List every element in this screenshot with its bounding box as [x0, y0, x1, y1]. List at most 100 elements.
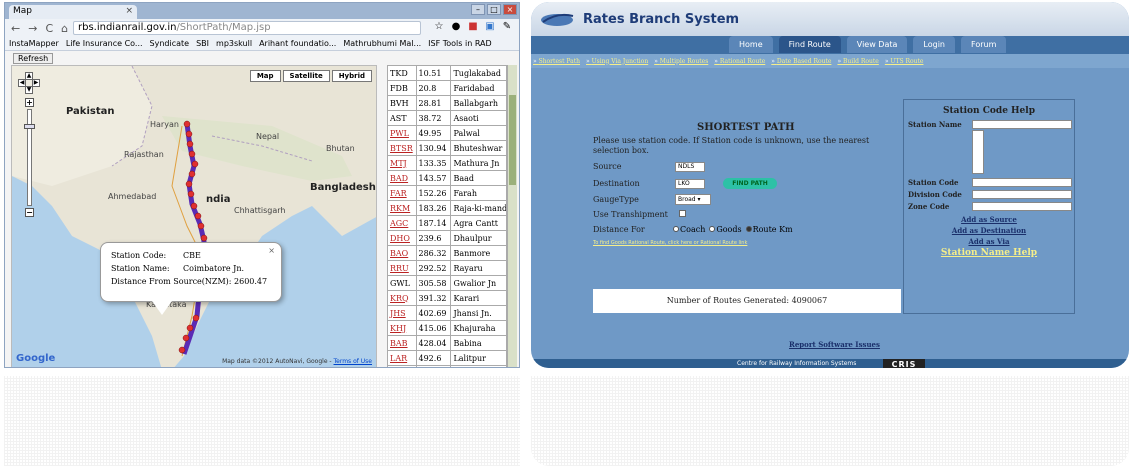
- refresh-button[interactable]: Refresh: [13, 53, 54, 64]
- route-map[interactable]: ▲ ◀ ▶ ▼ + − Map Satellite Hybrid Pakista…: [11, 65, 377, 367]
- bookmark-item[interactable]: Mathrubhumi Mal...: [343, 39, 421, 48]
- station-code-cell[interactable]: JHS: [387, 305, 417, 321]
- station-marker[interactable]: [194, 212, 202, 220]
- station-marker[interactable]: [190, 202, 198, 210]
- bookmark-item[interactable]: Life Insurance Co...: [66, 39, 143, 48]
- station-code-cell[interactable]: AGC: [387, 215, 417, 231]
- minimize-button[interactable]: –: [471, 4, 485, 15]
- tab-find-route[interactable]: Find Route: [778, 36, 841, 53]
- terms-link[interactable]: Terms of Use: [334, 358, 372, 365]
- bookmark-item[interactable]: SBI: [196, 39, 209, 48]
- subnav-shortest-path[interactable]: Shortest Path: [533, 58, 580, 65]
- station-code-cell[interactable]: KRQ: [387, 290, 417, 306]
- radio-coach[interactable]: Coach: [673, 225, 705, 234]
- station-code-input[interactable]: [972, 178, 1072, 187]
- station-name-input[interactable]: [972, 120, 1072, 129]
- transhipment-checkbox[interactable]: [679, 210, 686, 217]
- tab-login[interactable]: Login: [913, 36, 956, 53]
- bookmark-item[interactable]: Arihant foundatio...: [259, 39, 336, 48]
- station-code-cell[interactable]: BAO: [387, 245, 417, 261]
- tab-home[interactable]: Home: [729, 36, 773, 53]
- station-marker[interactable]: [183, 120, 191, 128]
- pan-down-icon[interactable]: ▼: [25, 86, 33, 94]
- find-path-button[interactable]: FIND PATH: [723, 178, 777, 189]
- forward-icon[interactable]: →: [28, 22, 37, 35]
- map-type-satellite[interactable]: Satellite: [282, 70, 330, 82]
- station-marker[interactable]: [200, 234, 208, 242]
- subnav-multiple-routes[interactable]: Multiple Routes: [654, 58, 709, 65]
- tab-forum[interactable]: Forum: [961, 36, 1007, 53]
- subnav-via-junction[interactable]: Using Via Junction: [586, 58, 649, 65]
- station-code-cell[interactable]: BAB: [387, 335, 417, 351]
- station-code-cell[interactable]: MTJ: [387, 155, 417, 171]
- add-as-via-link[interactable]: Add as Via: [904, 237, 1074, 246]
- station-marker[interactable]: [192, 314, 200, 322]
- station-marker[interactable]: [186, 324, 194, 332]
- station-marker[interactable]: [187, 190, 195, 198]
- report-issues-link[interactable]: Report Software Issues: [789, 340, 880, 349]
- station-marker[interactable]: [186, 140, 194, 148]
- bookmark-item[interactable]: InstaMapper: [9, 39, 59, 48]
- station-marker[interactable]: [191, 160, 199, 168]
- station-marker[interactable]: [182, 334, 190, 342]
- zone-code-input[interactable]: [972, 202, 1072, 211]
- tab-view-data[interactable]: View Data: [846, 36, 908, 53]
- google-logo[interactable]: Google: [16, 353, 55, 364]
- map-type-map[interactable]: Map: [249, 70, 281, 82]
- station-marker[interactable]: [185, 130, 193, 138]
- station-code-cell[interactable]: RKM: [387, 200, 417, 216]
- back-icon[interactable]: ←: [11, 22, 20, 35]
- station-code-cell[interactable]: FAR: [387, 185, 417, 201]
- gauge-select[interactable]: Broad ▾: [675, 194, 711, 205]
- zoom-in-button[interactable]: +: [25, 98, 34, 107]
- source-input[interactable]: NDLS: [675, 162, 705, 172]
- zoom-out-button[interactable]: −: [25, 208, 34, 217]
- bookmark-item[interactable]: Syndicate: [150, 39, 190, 48]
- station-code-cell[interactable]: PWL: [387, 125, 417, 141]
- subnav-uts-route[interactable]: UTS Route: [885, 58, 923, 65]
- station-code-cell[interactable]: BTSR: [387, 140, 417, 156]
- station-code-cell[interactable]: RRU: [387, 260, 417, 276]
- subnav-rational-route[interactable]: Rational Route: [714, 58, 765, 65]
- pan-right-icon[interactable]: ▶: [32, 79, 40, 87]
- close-icon[interactable]: ×: [125, 6, 133, 16]
- tab-map[interactable]: Map ×: [9, 5, 137, 19]
- add-as-destination-link[interactable]: Add as Destination: [904, 226, 1074, 235]
- reload-icon[interactable]: C: [45, 22, 53, 35]
- destination-input[interactable]: LKO: [675, 179, 705, 189]
- extension-icon[interactable]: ■: [467, 21, 479, 33]
- station-marker[interactable]: [197, 222, 205, 230]
- station-name-help-link[interactable]: Station Name Help: [904, 248, 1074, 258]
- station-code-cell[interactable]: AGD: [387, 365, 417, 367]
- window-close-button[interactable]: ×: [503, 4, 517, 15]
- station-marker[interactable]: [185, 180, 193, 188]
- map-type-hybrid[interactable]: Hybrid: [331, 70, 372, 82]
- station-marker[interactable]: [178, 346, 186, 354]
- station-name-list[interactable]: [972, 130, 984, 174]
- maximize-button[interactable]: □: [487, 4, 501, 15]
- station-code-cell[interactable]: KHJ: [387, 320, 417, 336]
- station-code-cell[interactable]: DHO: [387, 230, 417, 246]
- add-as-source-link[interactable]: Add as Source: [904, 215, 1074, 224]
- scrollbar-thumb[interactable]: [509, 95, 516, 185]
- wrench-icon[interactable]: ✎: [501, 21, 513, 33]
- radio-route-km[interactable]: Route Km: [745, 225, 793, 234]
- address-bar[interactable]: rbs.indianrail.gov.in/ShortPath/Map.jsp: [73, 21, 421, 35]
- table-scrollbar[interactable]: [507, 65, 517, 367]
- close-icon[interactable]: ×: [268, 246, 275, 255]
- bookmark-item[interactable]: ISF Tools in RAD: [428, 39, 492, 48]
- extension-icon[interactable]: ▣: [484, 21, 496, 33]
- star-icon[interactable]: ☆: [433, 21, 445, 33]
- zoom-slider-handle[interactable]: [24, 124, 35, 129]
- station-marker[interactable]: [188, 150, 196, 158]
- goods-rational-route-link[interactable]: To find Goods Rational Route, click here…: [593, 240, 747, 246]
- division-code-input[interactable]: [972, 190, 1072, 199]
- home-icon[interactable]: ⌂: [61, 22, 68, 35]
- station-marker[interactable]: [188, 170, 196, 178]
- station-code-cell[interactable]: BAD: [387, 170, 417, 186]
- station-code-cell[interactable]: LAR: [387, 350, 417, 366]
- subnav-build-route[interactable]: Build Route: [837, 58, 879, 65]
- bookmark-item[interactable]: mp3skull: [216, 39, 252, 48]
- subnav-date-based-route[interactable]: Date Based Route: [771, 58, 832, 65]
- radio-goods[interactable]: Goods: [709, 225, 742, 234]
